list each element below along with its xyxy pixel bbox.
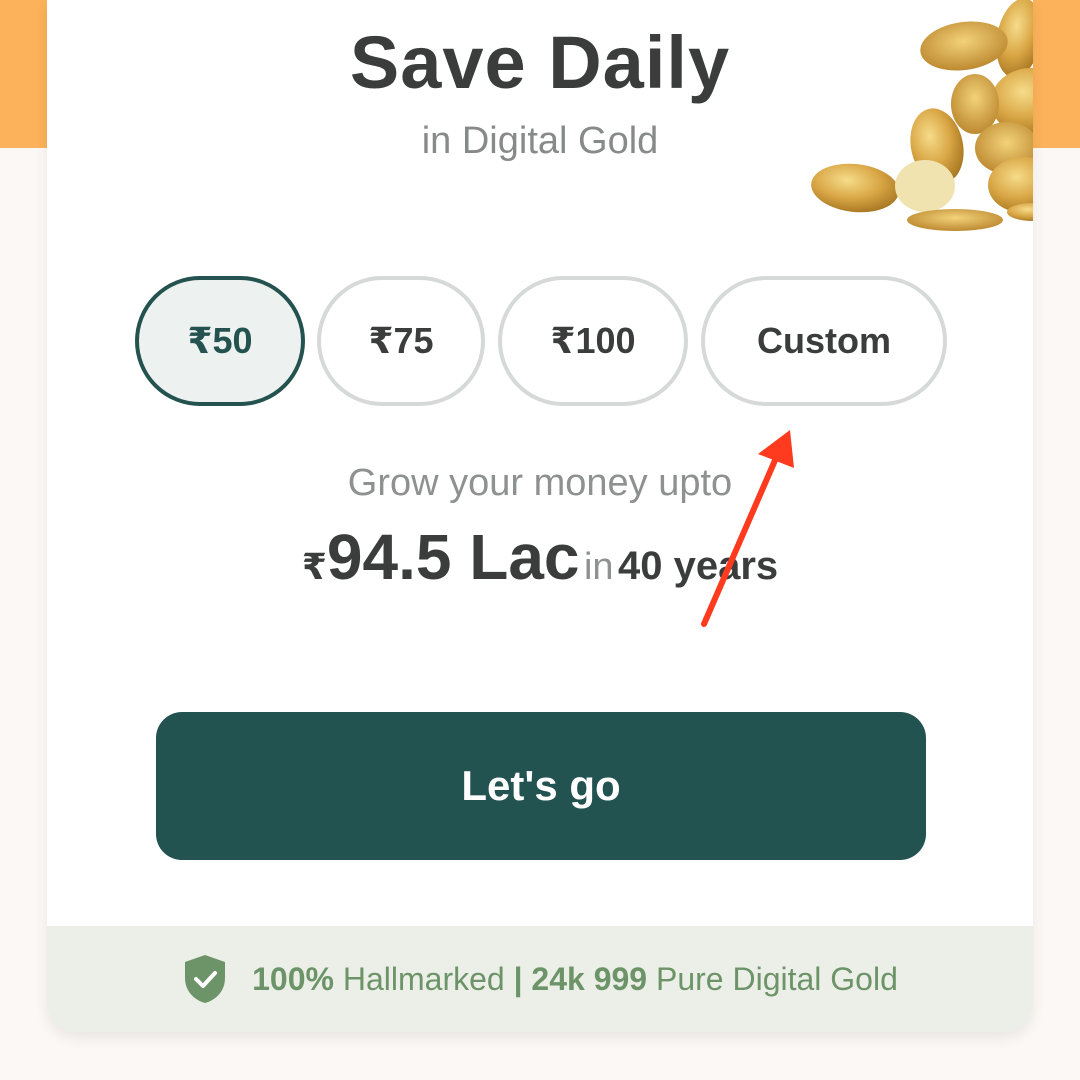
- hallmark-label: Hallmarked: [342, 960, 505, 997]
- lets-go-button[interactable]: Let's go: [156, 712, 926, 860]
- footer-separator: |: [513, 960, 523, 997]
- currency-symbol: ₹: [301, 546, 327, 587]
- gold-coins-illustration: [811, 0, 1033, 231]
- in-label: in: [583, 546, 614, 588]
- purity-label: 24k 999: [531, 960, 648, 997]
- hallmark-percent: 100%: [252, 960, 334, 997]
- amount-options: ₹50 ₹75 ₹100 Custom: [47, 276, 1033, 412]
- pure-gold-label: Pure Digital Gold: [655, 960, 898, 997]
- amount-option-50[interactable]: ₹50: [135, 276, 305, 406]
- trust-banner: 100% Hallmarked | 24k 999 Pure Digital G…: [47, 926, 1033, 1032]
- save-daily-card: Save Daily in Digital Gold ₹50 ₹75 ₹100 …: [47, 0, 1033, 1032]
- shield-check-icon: [185, 955, 226, 1003]
- projected-amount: 94.5 Lac: [326, 521, 580, 593]
- amount-option-100[interactable]: ₹100: [498, 276, 688, 406]
- amount-option-custom[interactable]: Custom: [701, 276, 947, 406]
- amount-option-75[interactable]: ₹75: [317, 276, 485, 406]
- growth-projection: ₹94.5 Lac in 40 years: [47, 520, 1033, 594]
- duration-label: 40 years: [618, 544, 779, 588]
- growth-intro-text: Grow your money upto: [347, 462, 733, 504]
